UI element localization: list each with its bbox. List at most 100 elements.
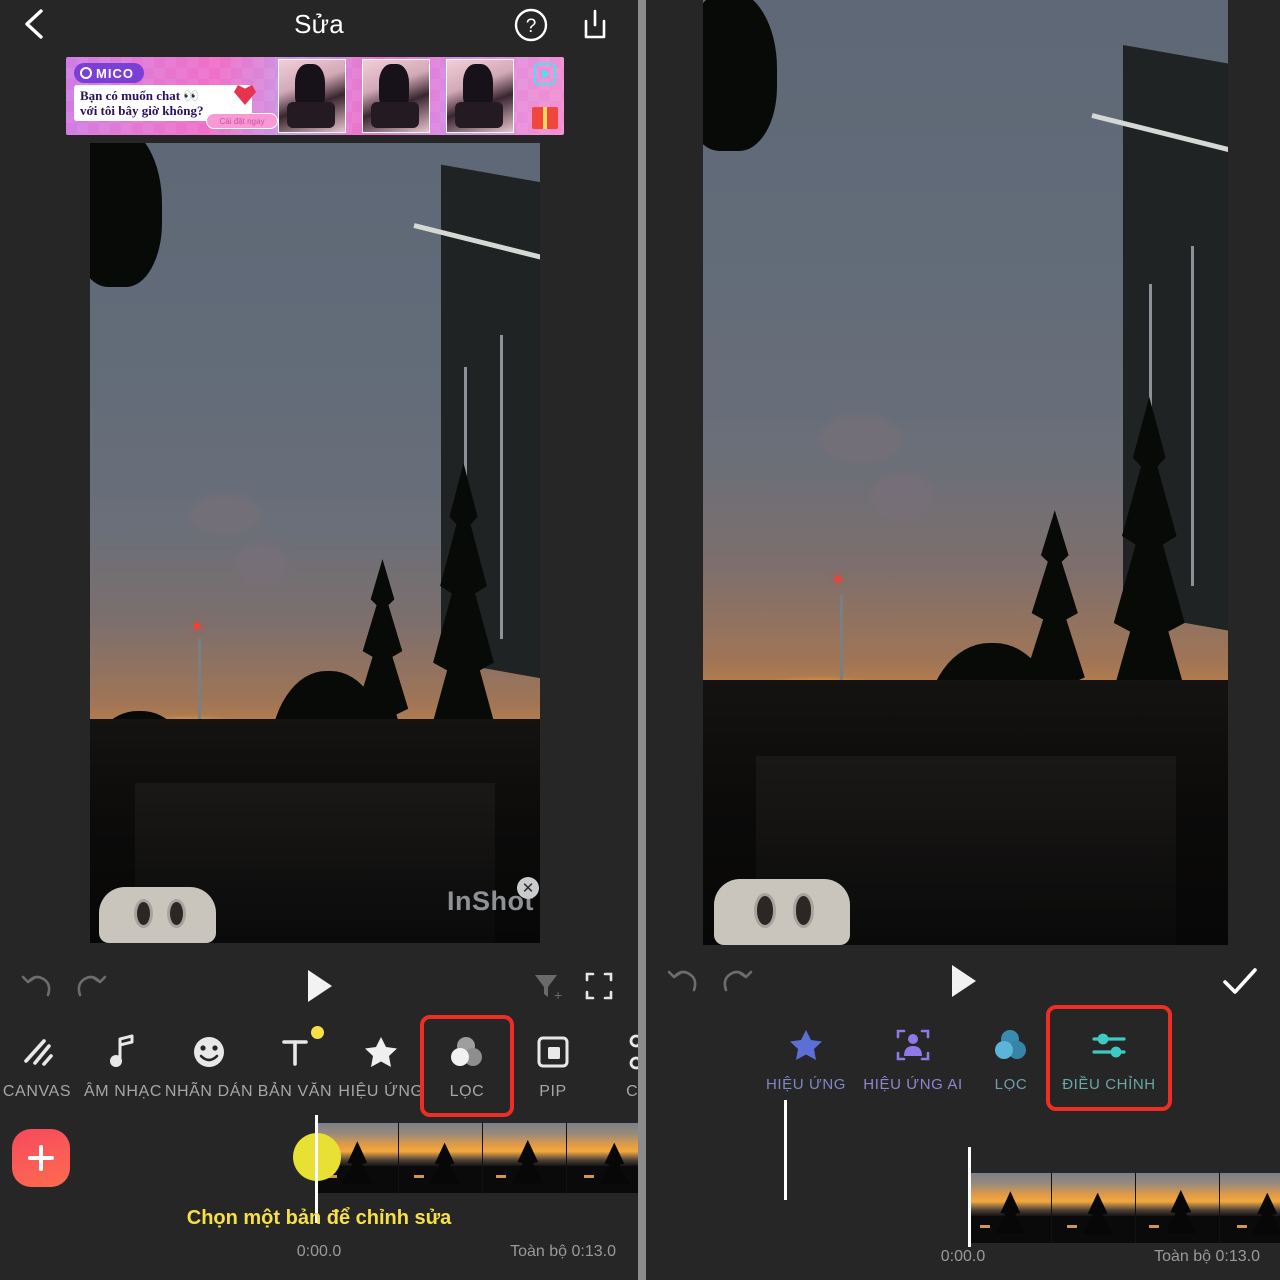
ad-brand-badge: MICO: [74, 63, 144, 83]
ai-person-icon: [893, 1024, 933, 1066]
ad-brand-label: MICO: [96, 65, 134, 81]
tool-label: CANVAS: [2, 1083, 72, 1100]
filter-icon: [447, 1031, 487, 1073]
undo-icon: [21, 975, 51, 997]
filter-icon: [991, 1024, 1031, 1066]
scooter-dial: [754, 893, 777, 928]
advertisement-banner[interactable]: MICO Bạn có muốn chat 👀 với tôi bây giờ …: [66, 57, 564, 135]
play-icon: [308, 970, 332, 1002]
tool-effect[interactable]: HIỆU ỨNG: [758, 1012, 854, 1104]
tool-label: NHÃN DÁN: [164, 1083, 254, 1100]
video-preview[interactable]: [703, 0, 1228, 945]
tool-cut[interactable]: CẮT: [600, 1020, 638, 1112]
ad-cta-button[interactable]: Cài đặt ngay: [206, 113, 278, 129]
redo-icon: [723, 970, 753, 992]
tool-effect[interactable]: HIỆU ỨNG: [338, 1020, 424, 1112]
star-icon: [787, 1024, 825, 1066]
scooter-dial: [792, 893, 815, 928]
add-media-button[interactable]: [12, 1129, 70, 1187]
right-panel: HIỆU ỨNG HIỆU ỨNG AI LỌC ĐIỀU CHỈNH 0:00…: [646, 0, 1280, 1280]
timeline-track[interactable]: [968, 1173, 1280, 1243]
fullscreen-button[interactable]: [580, 967, 618, 1005]
play-button[interactable]: [296, 963, 342, 1009]
timeline-hint: Chọn một bản để chỉnh sửa: [186, 1207, 452, 1229]
gift-icon: [532, 107, 558, 129]
tool-ai-effect[interactable]: HIỆU ỨNG AI: [854, 1012, 972, 1104]
star-icon: [362, 1031, 400, 1073]
close-icon[interactable]: ✕: [517, 877, 539, 899]
svg-text:+: +: [554, 987, 562, 1002]
music-icon: [106, 1031, 140, 1073]
ad-thumbnail: [362, 59, 430, 133]
cloud: [234, 543, 288, 583]
right-timeline: 0:00.0 Toàn bộ 0:13.0: [646, 1147, 1280, 1280]
tool-text[interactable]: BẢN VĂN: [252, 1020, 338, 1112]
canvas-icon: [18, 1031, 56, 1073]
undo-button[interactable]: [660, 958, 706, 1004]
play-icon: [952, 965, 976, 997]
tool-pip[interactable]: PIP: [510, 1020, 596, 1112]
export-icon: [584, 9, 606, 39]
timeline-frame: [399, 1123, 483, 1193]
tool-filter[interactable]: LỌC: [420, 1015, 514, 1117]
ad-copy-line1: Bạn có muốn chat 👀: [80, 88, 200, 103]
scooter-dial: [134, 899, 153, 929]
redo-button[interactable]: [68, 963, 114, 1009]
total-time: Toàn bộ 0:13.0: [1154, 1248, 1260, 1265]
ad-thumbnail: [446, 59, 514, 133]
cloud: [871, 472, 934, 520]
tool-label: HIỆU ỨNG AI: [863, 1075, 963, 1093]
plus-icon: [28, 1145, 54, 1171]
tree-silhouette: [703, 0, 777, 152]
tool-music[interactable]: ÂM NHẠC: [80, 1020, 166, 1112]
panel-divider: [638, 0, 646, 1280]
timeline-track[interactable]: [315, 1123, 638, 1193]
scooter-dial: [166, 899, 186, 929]
redo-button[interactable]: [714, 958, 760, 1004]
pip-icon: [536, 1031, 570, 1073]
tool-canvas[interactable]: CANVAS: [0, 1020, 80, 1112]
screenshot-root: Sửa ? MICO Bạn có muốn chat 👀 với tôi bâ…: [0, 0, 1280, 1280]
timeline-time-row: 0:00.0 Toàn bộ 0:13.0: [0, 1243, 638, 1267]
undo-icon: [667, 970, 697, 992]
playhead[interactable]: [968, 1147, 971, 1247]
cloud: [818, 415, 903, 464]
undo-button[interactable]: [14, 963, 60, 1009]
scooter-foreground: [99, 887, 216, 943]
play-badge-icon: [534, 63, 556, 85]
right-playback-controls: [646, 950, 1280, 1012]
play-button[interactable]: [940, 958, 986, 1004]
ad-figure-body: [371, 102, 419, 128]
tool-filter[interactable]: LỌC: [972, 1012, 1050, 1104]
right-toolbar: HIỆU ỨNG HIỆU ỨNG AI LỌC ĐIỀU CHỈNH: [646, 1005, 1280, 1111]
confirm-button[interactable]: [1218, 959, 1262, 1003]
timeline-frame: [1052, 1173, 1136, 1243]
left-header: Sửa ?: [0, 0, 638, 48]
svg-text:?: ?: [526, 16, 537, 37]
tool-label: BẢN VĂN: [257, 1083, 333, 1100]
fullscreen-icon: [585, 972, 613, 1000]
export-button[interactable]: [576, 6, 614, 44]
help-button[interactable]: ?: [512, 6, 550, 44]
cloud: [189, 495, 261, 535]
tool-sticker[interactable]: NHÃN DÁN: [164, 1020, 254, 1112]
filter-add-button[interactable]: +: [526, 966, 566, 1006]
funnel-add-icon: +: [535, 975, 562, 1002]
tree-silhouette: [90, 143, 162, 287]
tool-label: ÂM NHẠC: [84, 1083, 162, 1100]
timeline-frame: [1220, 1173, 1280, 1243]
timeline-time-row: 0:00.0 Toàn bộ 0:13.0: [646, 1248, 1280, 1272]
tool-label: HIỆU ỨNG: [765, 1075, 847, 1093]
video-preview[interactable]: InShot ✕: [90, 143, 540, 943]
tool-label: LỌC: [449, 1083, 485, 1100]
tool-label: LỌC: [994, 1075, 1028, 1093]
building-column: [1191, 245, 1195, 586]
left-timeline: Chọn một bản để chỉnh sửa 0:00.0 Toàn bộ…: [0, 1115, 638, 1280]
scooter-foreground: [713, 878, 850, 945]
mico-logo-icon: [80, 67, 92, 79]
ad-figure-body: [455, 102, 503, 128]
tool-adjust[interactable]: ĐIỀU CHỈNH: [1046, 1005, 1172, 1111]
new-badge-dot: [311, 1026, 324, 1039]
tool-label: PIP: [539, 1083, 567, 1100]
tool-label: CẮT: [626, 1083, 638, 1100]
